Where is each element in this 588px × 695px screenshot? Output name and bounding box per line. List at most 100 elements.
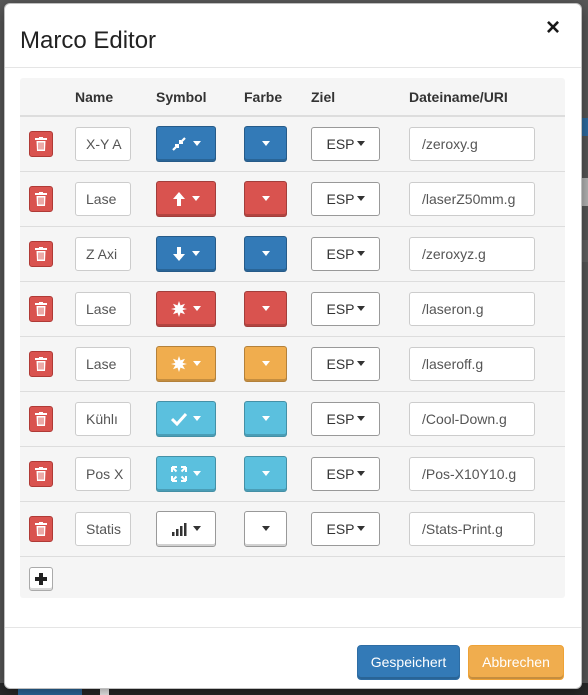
close-icon[interactable]: × xyxy=(542,16,564,40)
symbol-dropdown[interactable] xyxy=(156,235,216,272)
table-row: Pos X ESP /Pos-X10Y10.g xyxy=(20,445,565,501)
symbol-dropdown[interactable] xyxy=(156,345,216,382)
target-cell: ESP xyxy=(311,116,409,171)
name-cell: X-Y A xyxy=(75,116,156,171)
color-cell xyxy=(244,280,311,336)
macro-file-input[interactable]: /laseroff.g xyxy=(409,346,535,381)
symbol-dropdown[interactable] xyxy=(156,180,216,217)
color-dropdown[interactable] xyxy=(244,235,287,272)
file-cell: /zeroxy.g xyxy=(409,116,565,171)
macro-name-input[interactable]: Lase xyxy=(75,346,131,381)
cancel-button[interactable]: Abbrechen xyxy=(468,645,564,680)
target-dropdown[interactable]: ESP xyxy=(311,291,380,326)
symbol-cell xyxy=(156,280,244,336)
target-dropdown[interactable]: ESP xyxy=(311,401,380,436)
delete-macro-button[interactable] xyxy=(29,130,53,157)
target-label: ESP xyxy=(326,190,355,207)
color-dropdown[interactable] xyxy=(244,345,287,382)
delete-macro-button[interactable] xyxy=(29,515,53,542)
file-cell: /laseron.g xyxy=(409,280,565,336)
delete-cell xyxy=(20,280,75,336)
delete-cell xyxy=(20,170,75,226)
caret-down-icon xyxy=(193,361,201,366)
header-target: Ziel xyxy=(311,78,409,117)
target-cell: ESP xyxy=(311,225,409,281)
file-cell: /zeroxyz.g xyxy=(409,225,565,281)
table-row: Z Axi ESP /zeroxyz.g xyxy=(20,225,565,281)
target-dropdown[interactable]: ESP xyxy=(311,126,380,161)
color-cell xyxy=(244,116,311,171)
target-label: ESP xyxy=(326,300,355,317)
macro-file-input[interactable]: /Cool-Down.g xyxy=(409,401,535,436)
target-cell: ESP xyxy=(311,500,409,556)
macro-name-input[interactable]: X-Y A xyxy=(75,126,131,161)
color-dropdown[interactable] xyxy=(244,400,287,437)
macro-file-input[interactable]: /Stats-Print.g xyxy=(409,511,535,546)
delete-cell xyxy=(20,225,75,281)
header-delete xyxy=(20,78,75,117)
add-row xyxy=(20,556,565,598)
signal-bars-icon xyxy=(171,522,187,536)
target-dropdown[interactable]: ESP xyxy=(311,181,380,216)
file-cell: /Cool-Down.g xyxy=(409,390,565,446)
symbol-dropdown[interactable] xyxy=(156,125,216,162)
target-dropdown[interactable]: ESP xyxy=(311,236,380,271)
target-label: ESP xyxy=(326,520,355,537)
file-cell: /laserZ50mm.g xyxy=(409,170,565,226)
color-cell xyxy=(244,225,311,281)
file-cell: /Pos-X10Y10.g xyxy=(409,445,565,501)
caret-down-icon xyxy=(356,416,365,421)
table-row: Lase ESP /laseron.g xyxy=(20,280,565,336)
symbol-dropdown[interactable] xyxy=(156,510,216,547)
fullscreen-icon xyxy=(171,465,187,482)
color-cell xyxy=(244,170,311,226)
target-dropdown[interactable]: ESP xyxy=(311,511,380,546)
macro-file-input[interactable]: /zeroxyz.g xyxy=(409,236,535,271)
macro-file-input[interactable]: /Pos-X10Y10.g xyxy=(409,456,535,491)
header-color: Farbe xyxy=(244,78,311,117)
macro-name-input[interactable]: Lase xyxy=(75,181,131,216)
symbol-dropdown[interactable] xyxy=(156,290,216,327)
color-cell xyxy=(244,500,311,556)
target-dropdown[interactable]: ESP xyxy=(311,346,380,381)
macro-name-input[interactable]: Statis xyxy=(75,511,131,546)
caret-down-icon xyxy=(193,526,201,532)
delete-macro-button[interactable] xyxy=(29,350,53,377)
target-label: ESP xyxy=(326,245,355,262)
caret-down-icon xyxy=(192,251,200,256)
macro-editor-dialog: Marco Editor × Name Symbol Farbe Ziel Da… xyxy=(4,3,582,689)
target-cell: ESP xyxy=(311,280,409,336)
delete-macro-button[interactable] xyxy=(29,460,53,487)
add-macro-button[interactable] xyxy=(29,567,53,591)
symbol-cell xyxy=(156,335,244,391)
caret-down-icon xyxy=(261,416,270,421)
delete-macro-button[interactable] xyxy=(29,405,53,432)
delete-macro-button[interactable] xyxy=(29,295,53,322)
caret-down-icon xyxy=(193,471,201,476)
color-dropdown[interactable] xyxy=(244,455,287,492)
name-cell: Lase xyxy=(75,335,156,391)
target-dropdown[interactable]: ESP xyxy=(311,456,380,491)
caret-down-icon xyxy=(356,196,365,201)
macro-name-input[interactable]: Kühlı xyxy=(75,401,131,436)
color-dropdown[interactable] xyxy=(244,125,287,162)
symbol-dropdown[interactable] xyxy=(156,400,216,437)
save-button[interactable]: Gespeichert xyxy=(357,645,460,680)
symbol-dropdown[interactable] xyxy=(156,455,216,492)
color-dropdown[interactable] xyxy=(244,510,287,547)
color-dropdown[interactable] xyxy=(244,290,287,327)
color-dropdown[interactable] xyxy=(244,180,287,217)
header-symbol: Symbol xyxy=(156,78,244,117)
macro-name-input[interactable]: Lase xyxy=(75,291,131,326)
macro-name-input[interactable]: Z Axi xyxy=(75,236,131,271)
delete-macro-button[interactable] xyxy=(29,240,53,267)
caret-down-icon xyxy=(261,141,270,147)
macro-file-input[interactable]: /laseron.g xyxy=(409,291,535,326)
macro-file-input[interactable]: /laserZ50mm.g xyxy=(409,181,535,216)
name-cell: Kühlı xyxy=(75,390,156,446)
macro-file-input[interactable]: /zeroxy.g xyxy=(409,126,535,161)
table-row: Kühlı ESP /Cool-Down.g xyxy=(20,390,565,446)
macro-panel: Name Symbol Farbe Ziel Dateiname/URI X-Y… xyxy=(20,78,565,598)
macro-name-input[interactable]: Pos X xyxy=(75,456,131,491)
delete-macro-button[interactable] xyxy=(29,185,53,212)
